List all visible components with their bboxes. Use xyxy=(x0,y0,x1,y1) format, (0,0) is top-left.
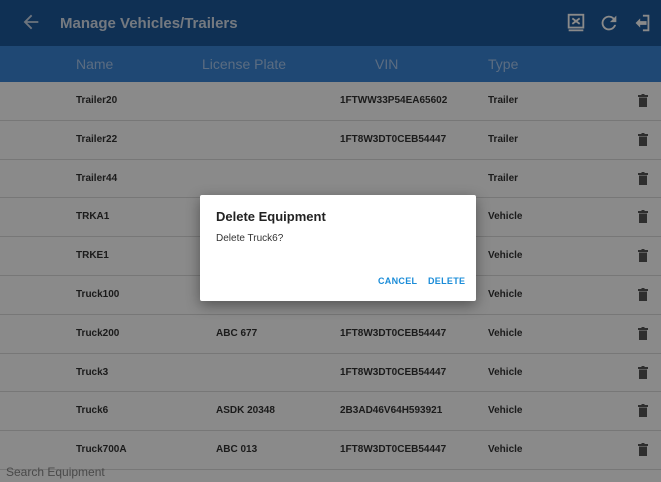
delete-dialog: Delete Equipment Delete Truck6? CANCEL D… xyxy=(200,195,476,301)
dialog-message: Delete Truck6? xyxy=(216,233,284,244)
delete-button[interactable]: DELETE xyxy=(428,276,465,286)
dialog-title: Delete Equipment xyxy=(216,209,326,224)
cancel-button[interactable]: CANCEL xyxy=(378,276,417,286)
